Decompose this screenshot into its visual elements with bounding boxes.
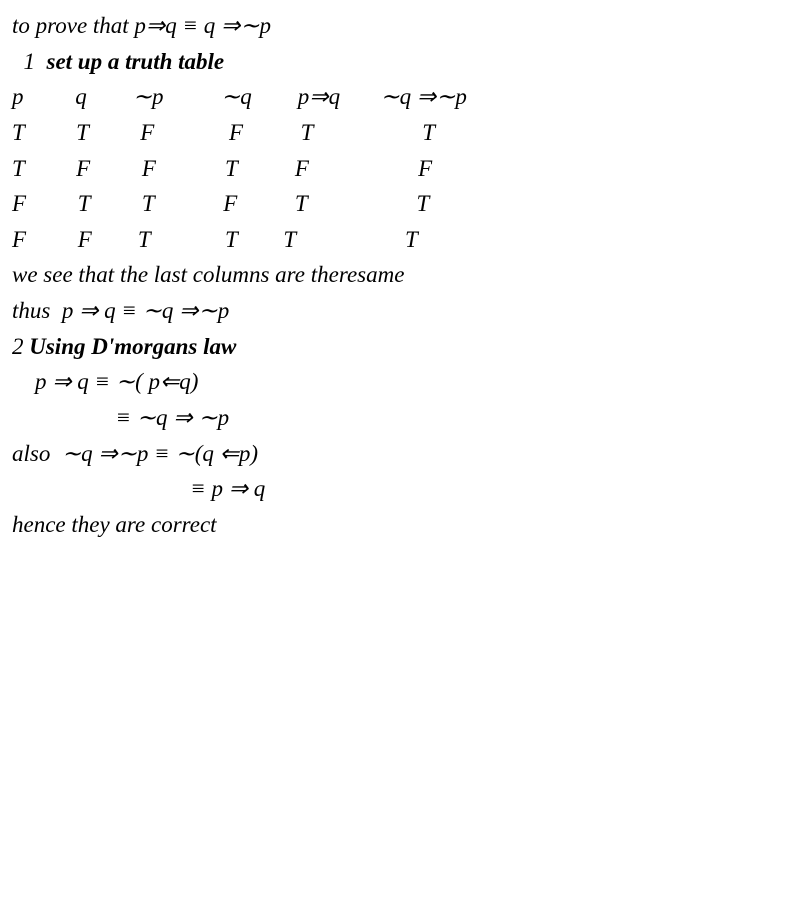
demorgans-line-3: also ∼q ⇒∼p ≡ ∼(q ⇐p) — [12, 436, 788, 472]
demorgans-line-4: ≡ p ⇒ q — [12, 471, 788, 507]
step-number-2: 2 — [12, 334, 29, 359]
step-title-1: set up a truth table — [47, 49, 225, 74]
truth-table-row-4: F F T T T T — [12, 222, 788, 258]
demorgans-line-1: p ⇒ q ≡ ∼( p⇐q) — [12, 364, 788, 400]
conclusion-final: hence they are correct — [12, 507, 788, 543]
proof-line-1: to prove that p⇒q ≡ q ⇒∼p — [12, 8, 788, 44]
truth-table-row-2: T F F T F F — [12, 151, 788, 187]
step-number-1: 1 — [12, 49, 47, 74]
truth-table-row-3: F T T F T T — [12, 186, 788, 222]
demorgans-line-2: ≡ ∼q ⇒ ∼p — [12, 400, 788, 436]
proof-step-1: 1 set up a truth table — [12, 44, 788, 80]
step-title-2: Using D'morgans law — [29, 334, 236, 359]
observation-line: we see that the last columns are theresa… — [12, 257, 788, 293]
proof-step-2: 2 Using D'morgans law — [12, 329, 788, 365]
truth-table-row-1: T T F F T T — [12, 115, 788, 151]
truth-table-header: p q ∼p ∼q p⇒q ∼q ⇒∼p — [12, 79, 788, 115]
conclusion-line-1: thus p ⇒ q ≡ ∼q ⇒∼p — [12, 293, 788, 329]
